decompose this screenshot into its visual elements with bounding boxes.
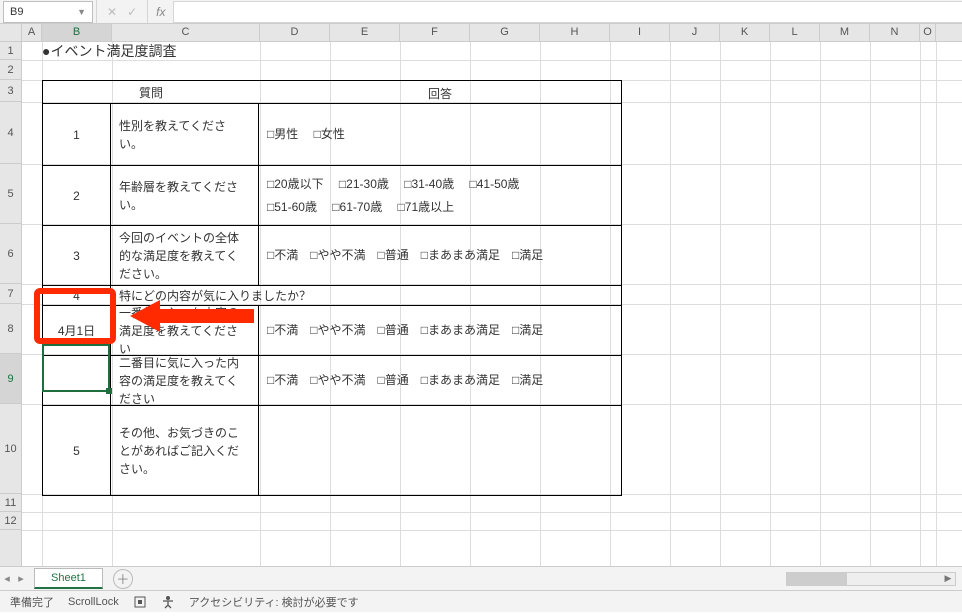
col-header-L[interactable]: L [770, 24, 820, 41]
formula-bar: B9 ▼ ✕ ✓ fx [0, 0, 962, 24]
survey-answer: □不満 □やや不満 □普通 □まあまあ満足 □満足 [259, 356, 621, 405]
survey-answer [259, 406, 621, 495]
add-sheet-button[interactable]: ＋ [113, 569, 133, 589]
survey-num: 4 [43, 286, 111, 305]
survey-answer: □不満 □やや不満 □普通 □まあまあ満足 □満足 [259, 226, 621, 285]
survey-hdr-a: 回答 [259, 81, 621, 103]
col-header-K[interactable]: K [720, 24, 770, 41]
row-header-11[interactable]: 11 [0, 494, 21, 512]
row-header-12[interactable]: 12 [0, 512, 21, 530]
status-bar: 準備完了 ScrollLock アクセシビリティ: 検討が必要です [0, 590, 962, 612]
survey-question: 二番目に気に入った内容の満足度を教えてください [111, 356, 259, 405]
row-header-5[interactable]: 5 [0, 164, 21, 224]
survey-num: 3 [43, 226, 111, 285]
confirm-icon[interactable]: ✓ [127, 5, 137, 19]
col-header-N[interactable]: N [870, 24, 920, 41]
cells-area[interactable]: ●イベント満足度調査 質問 回答 1性別を教えてください。□男性 □女性2年齢層… [22, 42, 962, 566]
row-header-4[interactable]: 4 [0, 102, 21, 164]
survey-row-4: 4月1日一番気に入った内容の満足度を教えてください□不満 □やや不満 □普通 □… [43, 305, 621, 355]
scrollbar-thumb[interactable] [787, 573, 847, 585]
row-header-8[interactable]: 8 [0, 304, 21, 354]
survey-table: 質問 回答 1性別を教えてください。□男性 □女性2年齢層を教えてください。□2… [42, 80, 622, 496]
tab-nav-first[interactable]: ◂ [0, 572, 14, 585]
survey-num [43, 356, 111, 405]
survey-question-full: 特にどの内容が気に入りましたか？ [111, 286, 621, 305]
col-header-A[interactable]: A [22, 24, 42, 41]
survey-row-0: 1性別を教えてください。□男性 □女性 [43, 103, 621, 165]
scroll-right-icon[interactable]: ▶ [941, 573, 955, 585]
survey-answer: □20歳以下 □21-30歳 □31-40歳 □41-50歳 □51-60歳 □… [259, 166, 621, 225]
col-header-C[interactable]: C [112, 24, 260, 41]
column-headers: ABCDEFGHIJKLMNO [0, 24, 962, 42]
worksheet-grid[interactable]: ABCDEFGHIJKLMNO 123456789101112 ●イベント満足度… [0, 24, 962, 566]
chevron-down-icon[interactable]: ▼ [77, 7, 86, 17]
survey-row-5: 二番目に気に入った内容の満足度を教えてください□不満 □やや不満 □普通 □まあ… [43, 355, 621, 405]
survey-row-2: 3今回のイベントの全体的な満足度を教えてください。□不満 □やや不満 □普通 □… [43, 225, 621, 285]
accessibility-icon[interactable] [161, 595, 175, 609]
name-box-value: B9 [10, 6, 23, 18]
col-header-H[interactable]: H [540, 24, 610, 41]
sheet-tab[interactable]: Sheet1 [34, 568, 103, 589]
cancel-icon[interactable]: ✕ [107, 5, 117, 19]
select-all-corner[interactable] [0, 24, 22, 41]
horizontal-scrollbar[interactable]: ▶ [786, 572, 956, 586]
survey-num: 4月1日 [43, 306, 111, 355]
col-header-D[interactable]: D [260, 24, 330, 41]
row-header-2[interactable]: 2 [0, 60, 21, 80]
survey-question: その他、お気づきのことがあればご記入ください。 [111, 406, 259, 495]
survey-question: 一番気に入った内容の満足度を教えてください [111, 306, 259, 355]
col-header-M[interactable]: M [820, 24, 870, 41]
row-header-10[interactable]: 10 [0, 404, 21, 494]
col-header-B[interactable]: B [42, 24, 112, 41]
macro-record-icon[interactable] [133, 595, 147, 609]
status-accessibility: アクセシビリティ: 検討が必要です [189, 594, 359, 610]
survey-question: 年齢層を教えてください。 [111, 166, 259, 225]
col-header-E[interactable]: E [330, 24, 400, 41]
survey-answer: □男性 □女性 [259, 104, 621, 165]
row-header-7[interactable]: 7 [0, 284, 21, 304]
survey-question: 性別を教えてください。 [111, 104, 259, 165]
survey-num: 2 [43, 166, 111, 225]
col-header-I[interactable]: I [610, 24, 670, 41]
fx-icon[interactable]: fx [148, 5, 173, 19]
col-header-F[interactable]: F [400, 24, 470, 41]
survey-hdr-q: 質問 [43, 81, 259, 103]
name-box[interactable]: B9 ▼ [3, 1, 93, 23]
status-scrolllock: ScrollLock [68, 596, 119, 608]
sheet-tab-bar: ◂ ▸ Sheet1 ＋ ▶ [0, 566, 962, 590]
row-header-1[interactable]: 1 [0, 42, 21, 60]
formula-input[interactable] [173, 1, 962, 23]
tab-nav-next[interactable]: ▸ [14, 572, 28, 585]
survey-num: 1 [43, 104, 111, 165]
survey-row-6: 5その他、お気づきのことがあればご記入ください。 [43, 405, 621, 495]
col-header-O[interactable]: O [920, 24, 936, 41]
col-header-J[interactable]: J [670, 24, 720, 41]
survey-num: 5 [43, 406, 111, 495]
sheet-title: ●イベント満足度調査 [42, 42, 176, 60]
status-ready: 準備完了 [10, 594, 54, 610]
survey-row-1: 2年齢層を教えてください。□20歳以下 □21-30歳 □31-40歳 □41-… [43, 165, 621, 225]
survey-header-row: 質問 回答 [43, 81, 621, 103]
survey-question: 今回のイベントの全体的な満足度を教えてください。 [111, 226, 259, 285]
row-header-3[interactable]: 3 [0, 80, 21, 102]
survey-answer: □不満 □やや不満 □普通 □まあまあ満足 □満足 [259, 306, 621, 355]
row-header-9[interactable]: 9 [0, 354, 21, 404]
col-header-G[interactable]: G [470, 24, 540, 41]
formula-controls: ✕ ✓ [96, 0, 148, 23]
row-headers: 123456789101112 [0, 42, 22, 566]
row-header-6[interactable]: 6 [0, 224, 21, 284]
survey-row-3: 4特にどの内容が気に入りましたか？ [43, 285, 621, 305]
